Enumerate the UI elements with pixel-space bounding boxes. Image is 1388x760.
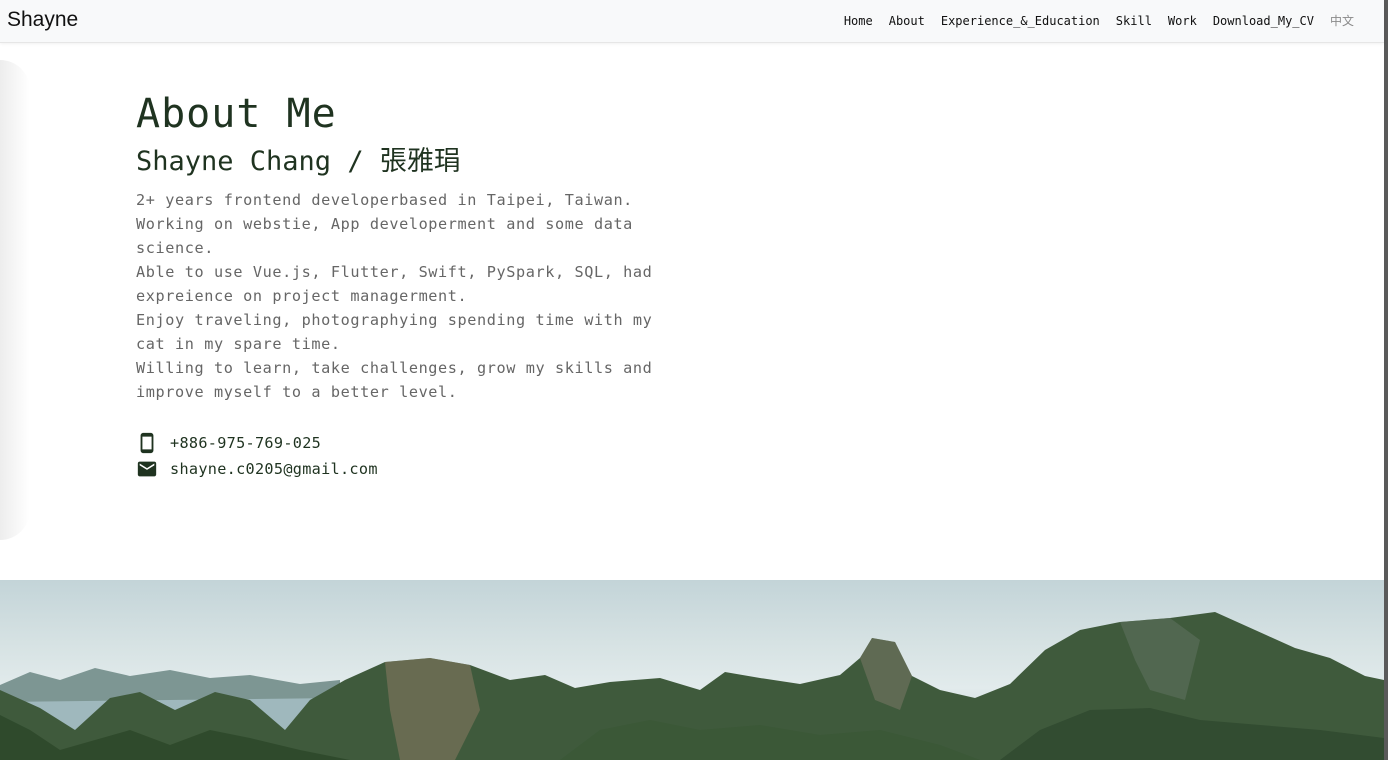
karst-mountains-illustration: [0, 612, 1384, 760]
phone-number[interactable]: +886-975-769-025: [170, 434, 321, 452]
nav-work[interactable]: Work: [1168, 14, 1197, 28]
bio-line: Enjoy traveling, photographying spending…: [136, 311, 653, 353]
bio-line: Working on webstie, App developerment an…: [136, 215, 633, 257]
bio: 2+ years frontend developerbased in Taip…: [136, 188, 676, 404]
nav-skill[interactable]: Skill: [1116, 14, 1152, 28]
bio-line: Willing to learn, take challenges, grow …: [136, 359, 653, 401]
about-title: About Me: [136, 91, 337, 137]
nav-home[interactable]: Home: [844, 14, 873, 28]
brand-logo[interactable]: Shayne: [7, 8, 78, 32]
email-address[interactable]: shayne.c0205@gmail.com: [170, 460, 378, 478]
bio-line: Able to use Vue.js, Flutter, Swift, PySp…: [136, 263, 653, 305]
contact-phone: +886-975-769-025: [136, 430, 676, 456]
nav-experience-education[interactable]: Experience_&_Education: [941, 14, 1100, 28]
contact-email: shayne.c0205@gmail.com: [136, 456, 676, 482]
about-name: Shayne Chang / 張雅琄: [136, 146, 461, 177]
about-section: About Me Shayne Chang / 張雅琄 2+ years fro…: [136, 88, 676, 482]
left-edge-shadow: [0, 60, 30, 540]
nav-language-switch[interactable]: 中文: [1330, 12, 1354, 29]
nav-download-cv[interactable]: Download_My_CV: [1213, 14, 1314, 28]
mail-icon: [136, 458, 158, 480]
page-scrollbar[interactable]: [1384, 0, 1388, 760]
hero-landscape-image: [0, 580, 1384, 760]
smartphone-icon: [136, 432, 158, 454]
nav-links: Home About Experience_&_Education Skill …: [844, 12, 1354, 29]
top-navbar: Shayne Home About Experience_&_Education…: [0, 0, 1384, 43]
bio-line: 2+ years frontend developerbased in Taip…: [136, 191, 633, 209]
contact-list: +886-975-769-025 shayne.c0205@gmail.com: [136, 430, 676, 482]
nav-about[interactable]: About: [889, 14, 925, 28]
